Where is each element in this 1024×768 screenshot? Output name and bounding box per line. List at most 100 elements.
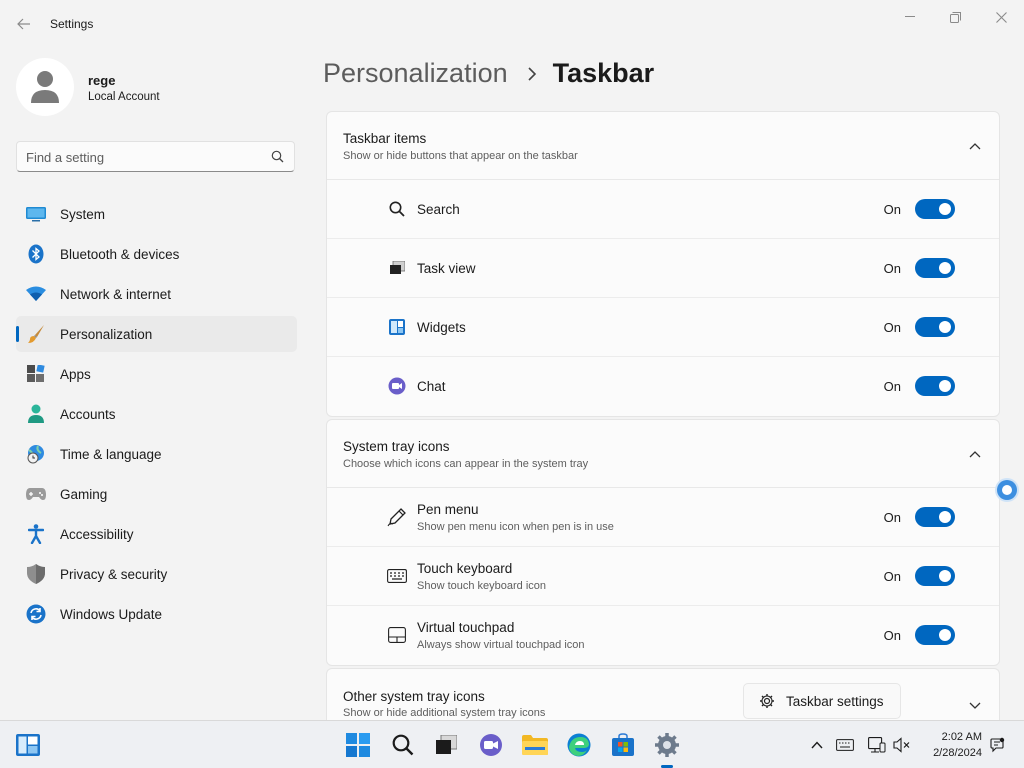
breadcrumb-parent[interactable]: Personalization: [323, 58, 508, 89]
setting-description: Always show virtual touchpad icon: [417, 639, 585, 651]
search-icon[interactable]: [271, 150, 284, 168]
page-title: Taskbar: [552, 58, 655, 88]
gamepad-icon: [26, 484, 46, 504]
cursor-indicator: [997, 480, 1017, 500]
clock-date: 2/28/2024: [933, 747, 982, 759]
sidebar-item-gaming[interactable]: Gaming: [16, 476, 297, 512]
sidebar-item-time-language[interactable]: Time & language: [16, 436, 297, 472]
chevron-right-icon: [528, 66, 537, 81]
search-taskbar-icon[interactable]: [390, 732, 416, 758]
sidebar-item-label: Bluetooth & devices: [60, 246, 180, 262]
toggle-state-text: On: [883, 320, 901, 335]
chevron-down-icon[interactable]: [967, 697, 983, 713]
user-name: rege: [88, 73, 116, 88]
sidebar-item-system[interactable]: System: [16, 196, 297, 232]
taskbar-settings-button[interactable]: Taskbar settings: [743, 683, 901, 719]
pen-icon: [387, 507, 407, 527]
setting-label: Chat: [417, 379, 446, 394]
toggle-state-text: On: [883, 628, 901, 643]
sidebar-item-privacy-security[interactable]: Privacy & security: [16, 556, 297, 592]
section-subtitle: Choose which icons can appear in the sys…: [343, 458, 589, 470]
clock-time: 2:02 AM: [941, 731, 982, 743]
sidebar-nav: System Bluetooth & devices Network & int…: [16, 196, 297, 636]
sidebar-item-label: Accessibility: [60, 526, 134, 542]
widgets-taskbar-icon[interactable]: [15, 732, 41, 758]
user-profile[interactable]: rege Local Account: [16, 56, 306, 120]
search-input[interactable]: [26, 148, 256, 166]
minimize-button[interactable]: [898, 8, 922, 26]
sidebar-item-personalization[interactable]: Personalization: [16, 316, 297, 352]
virtual-touchpad-toggle[interactable]: [915, 625, 955, 645]
gear-icon: [758, 692, 776, 710]
sidebar-item-apps[interactable]: Apps: [16, 356, 297, 392]
sidebar-item-windows-update[interactable]: Windows Update: [16, 596, 297, 632]
keyboard-icon: [387, 566, 407, 586]
sidebar-item-network-internet[interactable]: Network & internet: [16, 276, 297, 312]
section-title: Taskbar items: [343, 131, 427, 146]
chat-taskbar-icon[interactable]: [478, 732, 504, 758]
pen-menu-toggle[interactable]: [915, 507, 955, 527]
setting-label: Widgets: [417, 320, 466, 335]
system-tray-header[interactable]: System tray icons Choose which icons can…: [327, 420, 999, 488]
windows-start-icon[interactable]: [345, 732, 371, 758]
file-explorer-icon[interactable]: [522, 732, 548, 758]
setting-row-touch-keyboard: Touch keyboard Show touch keyboard icon …: [327, 547, 999, 606]
update-icon: [26, 604, 46, 624]
speaker-muted-icon[interactable]: [893, 736, 911, 754]
chevron-up-icon[interactable]: [967, 138, 983, 154]
touchpad-icon[interactable]: [868, 736, 886, 754]
back-arrow-icon[interactable]: [14, 14, 34, 34]
sidebar-item-accessibility[interactable]: Accessibility: [16, 516, 297, 552]
settings-taskbar-icon[interactable]: [654, 732, 680, 758]
sidebar-item-label: Time & language: [60, 446, 162, 462]
task-view-icon: [387, 258, 407, 278]
search-box[interactable]: [16, 141, 295, 172]
breadcrumb: Personalization Taskbar: [323, 58, 654, 89]
title-bar: Settings: [0, 0, 1024, 48]
chevron-up-icon[interactable]: [808, 736, 826, 754]
section-title: Other system tray icons: [343, 689, 485, 704]
taskbar-settings-label: Taskbar settings: [786, 693, 884, 709]
sidebar-item-bluetooth-devices[interactable]: Bluetooth & devices: [16, 236, 297, 272]
sidebar-item-label: Apps: [60, 366, 91, 382]
sidebar-item-label: Accounts: [60, 406, 116, 422]
edge-browser-icon[interactable]: [566, 732, 592, 758]
widgets-icon: [387, 317, 407, 337]
touchpad-icon: [387, 625, 407, 645]
touch-keyboard-toggle[interactable]: [915, 566, 955, 586]
toggle-state-text: On: [883, 379, 901, 394]
taskbar-clock[interactable]: 2:02 AM 2/28/2024: [933, 729, 982, 761]
search-toggle[interactable]: [915, 199, 955, 219]
microsoft-store-icon[interactable]: [610, 732, 636, 758]
notification-icon[interactable]: [988, 736, 1006, 754]
brush-icon: [26, 324, 46, 344]
accessibility-icon: [26, 524, 46, 544]
setting-label: Virtual touchpad: [417, 620, 515, 635]
taskbar-items-header[interactable]: Taskbar items Show or hide buttons that …: [327, 112, 999, 180]
bluetooth-icon: [26, 244, 46, 264]
setting-label: Touch keyboard: [417, 561, 513, 576]
wifi-icon: [26, 284, 46, 304]
keyboard-icon[interactable]: [836, 736, 854, 754]
maximize-button[interactable]: [943, 8, 967, 26]
setting-row-chat: Chat On: [327, 357, 999, 416]
sidebar-item-label: Network & internet: [60, 286, 172, 302]
account-type: Local Account: [88, 91, 160, 103]
setting-description: Show touch keyboard icon: [417, 580, 547, 592]
windows-taskbar: 2:02 AM 2/28/2024: [0, 720, 1024, 768]
setting-row-virtual-touchpad: Virtual touchpad Always show virtual tou…: [327, 606, 999, 665]
sidebar-item-accounts[interactable]: Accounts: [16, 396, 297, 432]
globe-clock-icon: [26, 444, 46, 464]
task-view-toggle[interactable]: [915, 258, 955, 278]
toggle-state-text: On: [883, 569, 901, 584]
chat-toggle[interactable]: [915, 376, 955, 396]
setting-row-search: Search On: [327, 180, 999, 239]
widgets-toggle[interactable]: [915, 317, 955, 337]
section-title: System tray icons: [343, 439, 450, 454]
close-button[interactable]: [989, 8, 1013, 26]
chevron-up-icon[interactable]: [967, 446, 983, 462]
setting-row-pen-menu: Pen menu Show pen menu icon when pen is …: [327, 488, 999, 547]
task-view-taskbar-icon[interactable]: [433, 732, 459, 758]
apps-icon: [26, 364, 46, 384]
setting-row-widgets: Widgets On: [327, 298, 999, 357]
